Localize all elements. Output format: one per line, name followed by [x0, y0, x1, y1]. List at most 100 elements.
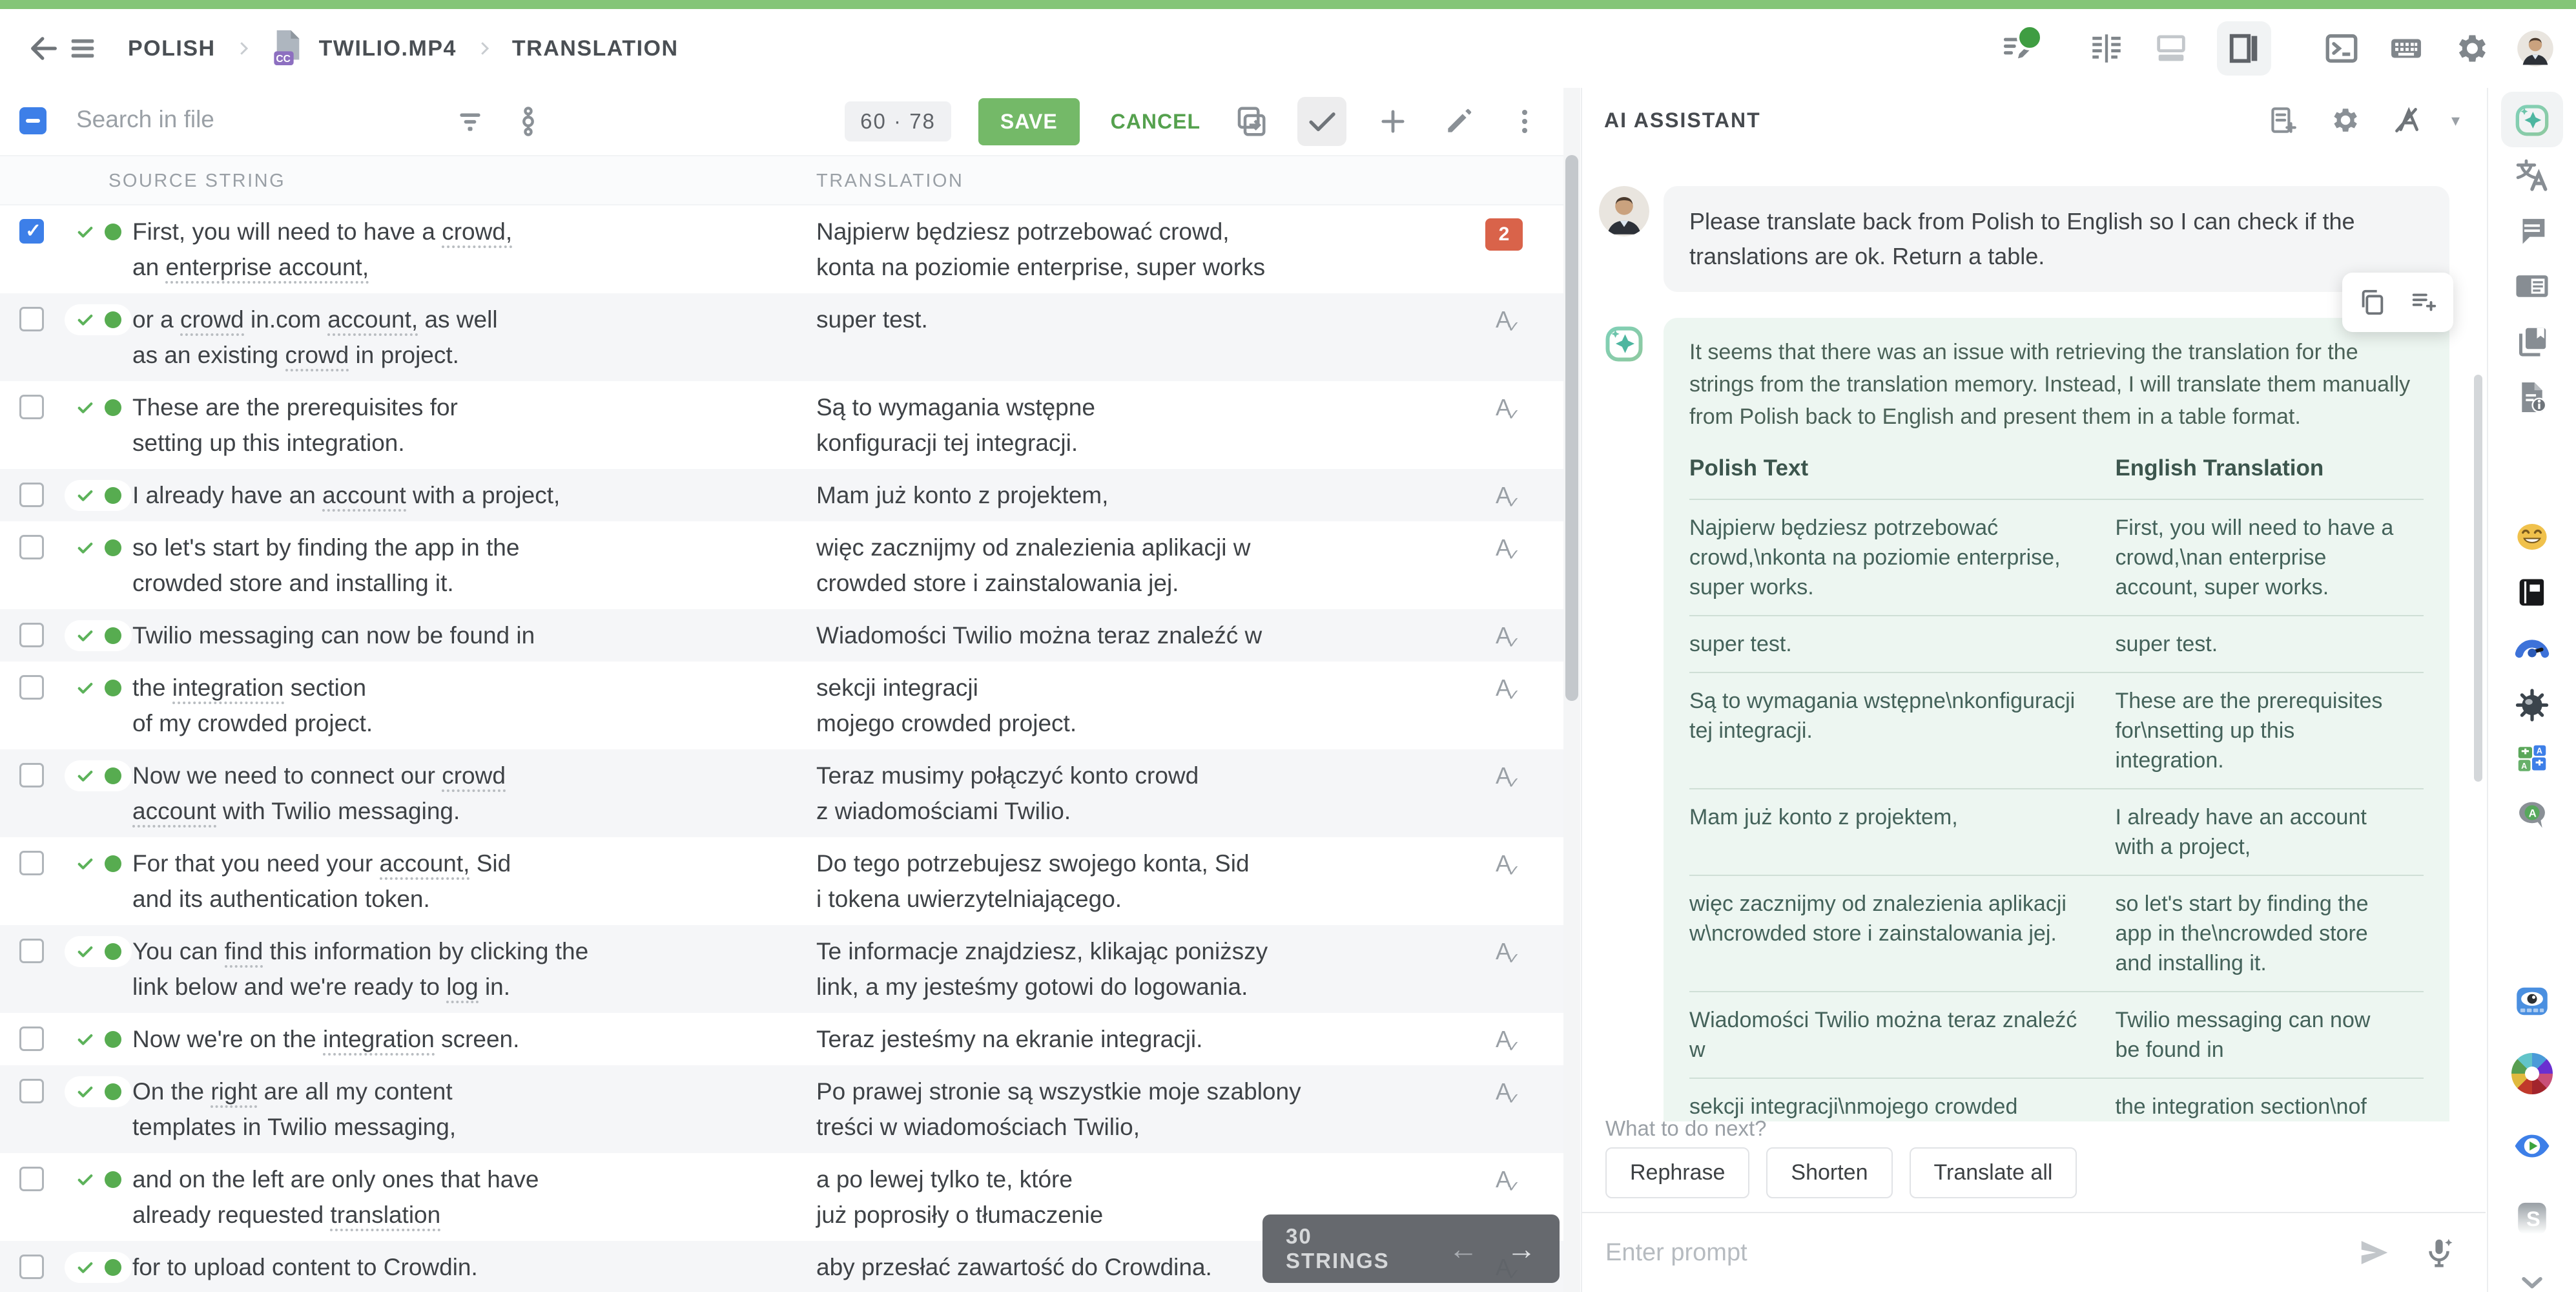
translation-text[interactable]: Po prawej stronie są wszystkie moje szab… [816, 1074, 1462, 1145]
spellcheck-icon[interactable]: A [1496, 534, 1511, 561]
shortcuts-button[interactable] [2387, 30, 2425, 67]
breadcrumb-mode[interactable]: TRANSLATION [512, 36, 679, 61]
translation-text[interactable]: Te informacje znajdziesz, klikając poniż… [816, 933, 1462, 1005]
row-checkbox[interactable] [19, 675, 44, 700]
row-checkbox[interactable] [19, 1026, 44, 1051]
bottom-panel-view-button[interactable] [2152, 30, 2190, 67]
string-row[interactable]: These are the prerequisites forsetting u… [0, 381, 1563, 469]
source-text[interactable]: I already have an account with a project… [132, 469, 785, 521]
row-checkbox[interactable] [19, 1167, 44, 1191]
select-all-checkbox[interactable] [19, 107, 46, 134]
qa-chat-icon[interactable]: A [2501, 787, 2563, 842]
send-button[interactable] [2356, 1235, 2393, 1271]
source-text[interactable]: Now we need to connect our crowdaccount … [132, 749, 785, 837]
spellcheck-icon[interactable]: A [1496, 850, 1511, 877]
row-checkbox[interactable] [19, 1079, 44, 1103]
translation-text[interactable]: Najpierw będziesz potrzebować crowd,kont… [816, 214, 1462, 285]
translation-text[interactable]: sekcji integracjimojego crowded project. [816, 670, 1462, 741]
edit-string-button[interactable] [1439, 102, 1478, 141]
glossary-pages-icon[interactable] [2501, 314, 2563, 370]
string-row[interactable]: the integration sectionof my crowded pro… [0, 662, 1563, 749]
editor-notes-button[interactable] [1999, 30, 2036, 67]
string-row[interactable]: I already have an account with a project… [0, 469, 1563, 521]
row-checkbox[interactable] [19, 623, 44, 647]
row-checkbox[interactable] [19, 939, 44, 963]
source-text[interactable]: First, you will need to have a crowd,an … [132, 205, 785, 293]
row-checkbox[interactable] [19, 483, 44, 507]
string-row[interactable]: On the right are all my contenttemplates… [0, 1065, 1563, 1153]
source-text[interactable]: On the right are all my contenttemplates… [132, 1065, 785, 1153]
dictionary-book-icon[interactable] [2501, 565, 2563, 620]
source-text[interactable]: so let's start by finding the app in the… [132, 521, 785, 609]
string-row[interactable]: or a crowd in.com account, as wellas an … [0, 293, 1563, 381]
color-wheel-icon[interactable] [2501, 1037, 2563, 1110]
translation-text[interactable]: super test. [816, 302, 1462, 337]
source-text[interactable]: These are the prerequisites forsetting u… [132, 381, 785, 469]
more-actions-button[interactable] [1505, 102, 1544, 141]
row-checkbox[interactable] [19, 307, 44, 331]
insert-to-editor-button[interactable] [2409, 287, 2438, 317]
spellcheck-icon[interactable]: A [1496, 482, 1511, 509]
preview-eye-icon[interactable] [2501, 1110, 2563, 1182]
spellcheck-icon[interactable]: A [1496, 762, 1511, 789]
string-row[interactable]: Now we're on the integration screen. Tera… [0, 1013, 1563, 1065]
string-row[interactable]: so let's start by finding the app in the… [0, 521, 1563, 609]
breadcrumb-file[interactable]: TWILIO.MP4 [319, 36, 457, 61]
reader-view-icon[interactable] [2501, 258, 2563, 314]
copy-source-button[interactable] [1231, 102, 1270, 141]
string-row[interactable]: Twilio messaging can now be found in Wiad… [0, 609, 1563, 662]
row-checkbox[interactable] [19, 395, 44, 419]
breadcrumb-language[interactable]: POLISH [128, 36, 216, 61]
spellcheck-icon[interactable]: A [1496, 674, 1511, 702]
translate-puzzle-icon[interactable]: AA [2501, 731, 2563, 787]
translation-text[interactable]: Mam już konto z projektem, [816, 477, 1462, 513]
translation-text[interactable]: Teraz musimy połączyć konto crowdz wiado… [816, 758, 1462, 829]
new-conversation-button[interactable] [2265, 103, 2299, 137]
row-checkbox[interactable] [19, 219, 44, 244]
machine-translation-icon[interactable] [2501, 147, 2563, 203]
side-by-side-view-button[interactable] [2088, 30, 2125, 67]
add-string-button[interactable] [1374, 102, 1412, 141]
right-panel-view-button[interactable] [2217, 21, 2271, 76]
comments-icon[interactable] [2501, 203, 2563, 258]
s-app-icon[interactable]: S [2501, 1182, 2563, 1255]
source-text[interactable]: or a crowd in.com account, as wellas an … [132, 293, 785, 381]
file-info-icon[interactable] [2501, 370, 2563, 425]
row-checkbox[interactable] [19, 535, 44, 559]
translation-text[interactable]: Teraz jesteśmy na ekranie integracji. [816, 1021, 1462, 1057]
string-row[interactable]: For that you need your account, Sidand i… [0, 837, 1563, 925]
string-options-button[interactable] [510, 103, 546, 140]
source-text[interactable]: Twilio messaging can now be found in [132, 609, 785, 662]
comments-count-badge[interactable]: 2 [1485, 218, 1523, 251]
string-row[interactable]: You can find this information by clickin… [0, 925, 1563, 1013]
menu-button[interactable] [63, 29, 102, 68]
approve-button[interactable] [1297, 97, 1346, 146]
string-row[interactable]: First, you will need to have a crowd,an … [0, 205, 1563, 293]
spellcheck-icon[interactable]: A [1496, 394, 1511, 421]
voice-input-button[interactable] [2421, 1235, 2457, 1271]
next-page-arrow[interactable]: → [1507, 1234, 1536, 1264]
spellcheck-icon[interactable]: A [1496, 1078, 1511, 1105]
source-text[interactable]: For that you need your account, Sidand i… [132, 837, 785, 925]
more-chevron-icon[interactable] [2501, 1255, 2563, 1292]
row-checkbox[interactable] [19, 851, 44, 875]
source-text[interactable]: Now we're on the integration screen. [132, 1013, 785, 1065]
mine-icon[interactable] [2501, 676, 2563, 731]
rephrase-button[interactable]: Rephrase [1605, 1147, 1749, 1198]
assistant-menu-caret[interactable]: ▾ [2451, 110, 2460, 130]
spellcheck-icon[interactable]: A [1496, 1166, 1511, 1193]
source-text[interactable]: the integration sectionof my crowded pro… [132, 662, 785, 749]
spellcheck-icon[interactable]: A [1496, 1026, 1511, 1053]
shorten-button[interactable]: Shorten [1766, 1147, 1892, 1198]
console-button[interactable] [2323, 30, 2360, 67]
assistant-settings-button[interactable] [2327, 103, 2361, 137]
emoji-icon[interactable] [2501, 509, 2563, 565]
copy-message-button[interactable] [2357, 287, 2387, 317]
translation-text[interactable]: Wiadomości Twilio można teraz znaleźć w [816, 618, 1462, 653]
list-scrollbar-thumb[interactable] [1565, 155, 1578, 701]
search-input[interactable]: Search in file [76, 106, 412, 133]
prev-page-arrow[interactable]: ← [1448, 1234, 1478, 1264]
screen-eye-icon[interactable] [2501, 965, 2563, 1037]
list-scrollbar[interactable] [1563, 88, 1580, 1292]
prompt-input[interactable]: Enter prompt [1605, 1239, 2356, 1267]
